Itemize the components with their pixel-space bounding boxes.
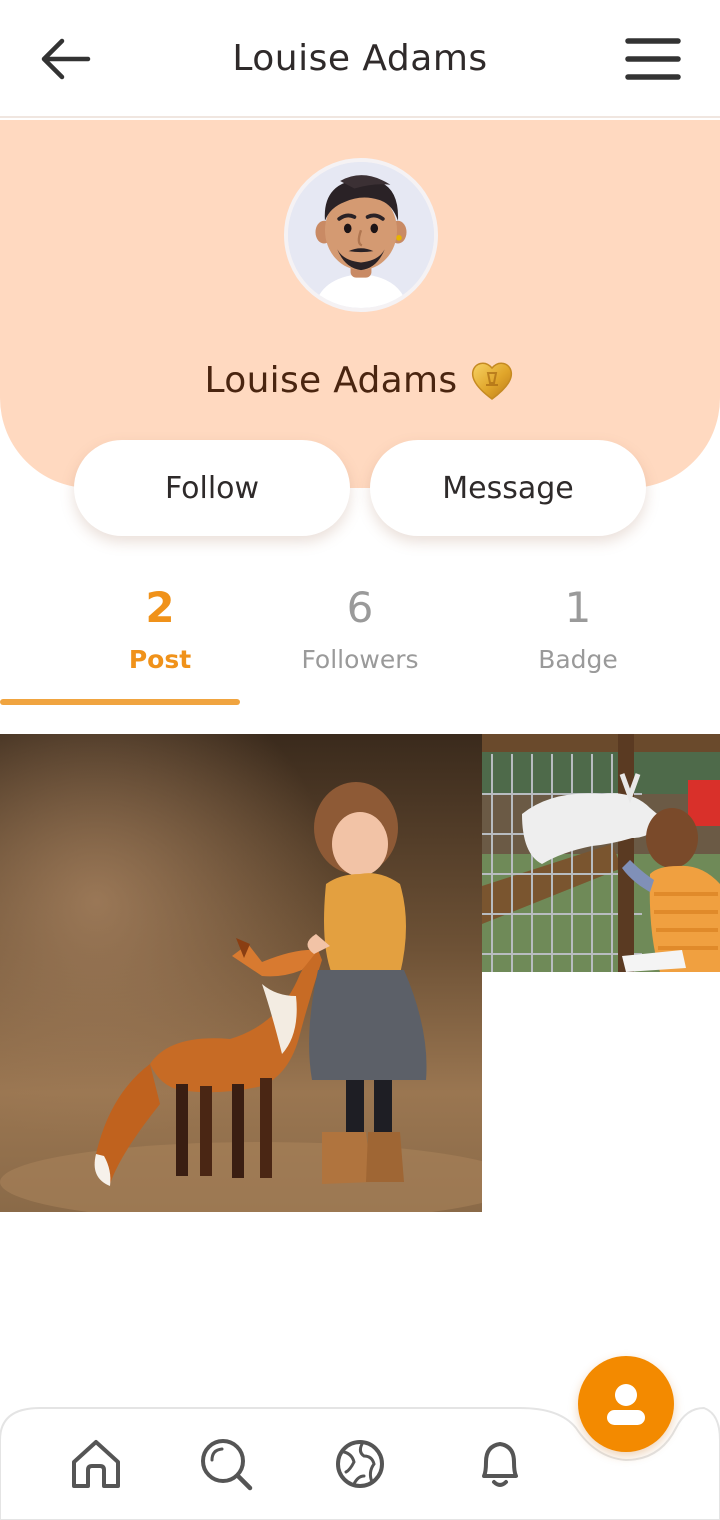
active-tab-indicator	[0, 699, 240, 705]
bell-icon[interactable]	[472, 1436, 528, 1492]
followers-label: Followers	[301, 645, 419, 674]
profile-fab-button[interactable]	[578, 1356, 674, 1452]
followers-count: 6	[346, 583, 374, 632]
profile-name-row: Louise Adams	[0, 350, 720, 410]
profile-name: Louise Adams	[204, 359, 458, 401]
user-icon	[607, 1384, 645, 1425]
gold-heart-badge-icon	[472, 362, 513, 400]
badge-count: 1	[564, 583, 592, 632]
avatar[interactable]	[284, 158, 438, 312]
home-icon[interactable]	[68, 1436, 124, 1492]
tab-posts[interactable]: 2 Post	[80, 580, 240, 680]
badge-label: Badge	[538, 645, 618, 674]
post-thumbnail-girl-with-fox[interactable]	[0, 734, 482, 1212]
post-thumbnail-child-with-goat[interactable]	[482, 734, 720, 972]
stats-tabs: 2 Post 6 Followers 1 Badge	[0, 580, 720, 706]
follow-button[interactable]: Follow	[74, 440, 350, 536]
hamburger-menu-icon[interactable]	[624, 36, 682, 82]
posts-label: Post	[128, 645, 192, 674]
top-bar: Louise Adams	[0, 0, 720, 118]
page-title: Louise Adams	[232, 37, 488, 79]
tab-badge[interactable]: 1 Badge	[498, 580, 658, 680]
back-arrow-icon[interactable]	[36, 34, 94, 84]
search-icon[interactable]	[198, 1436, 254, 1492]
globe-icon[interactable]	[332, 1436, 388, 1492]
posts-count: 2	[145, 583, 175, 632]
message-button[interactable]: Message	[370, 440, 646, 536]
profile-screen: Louise Adams Louise Adams Follow Message…	[0, 0, 720, 1520]
tab-followers[interactable]: 6 Followers	[280, 580, 440, 680]
